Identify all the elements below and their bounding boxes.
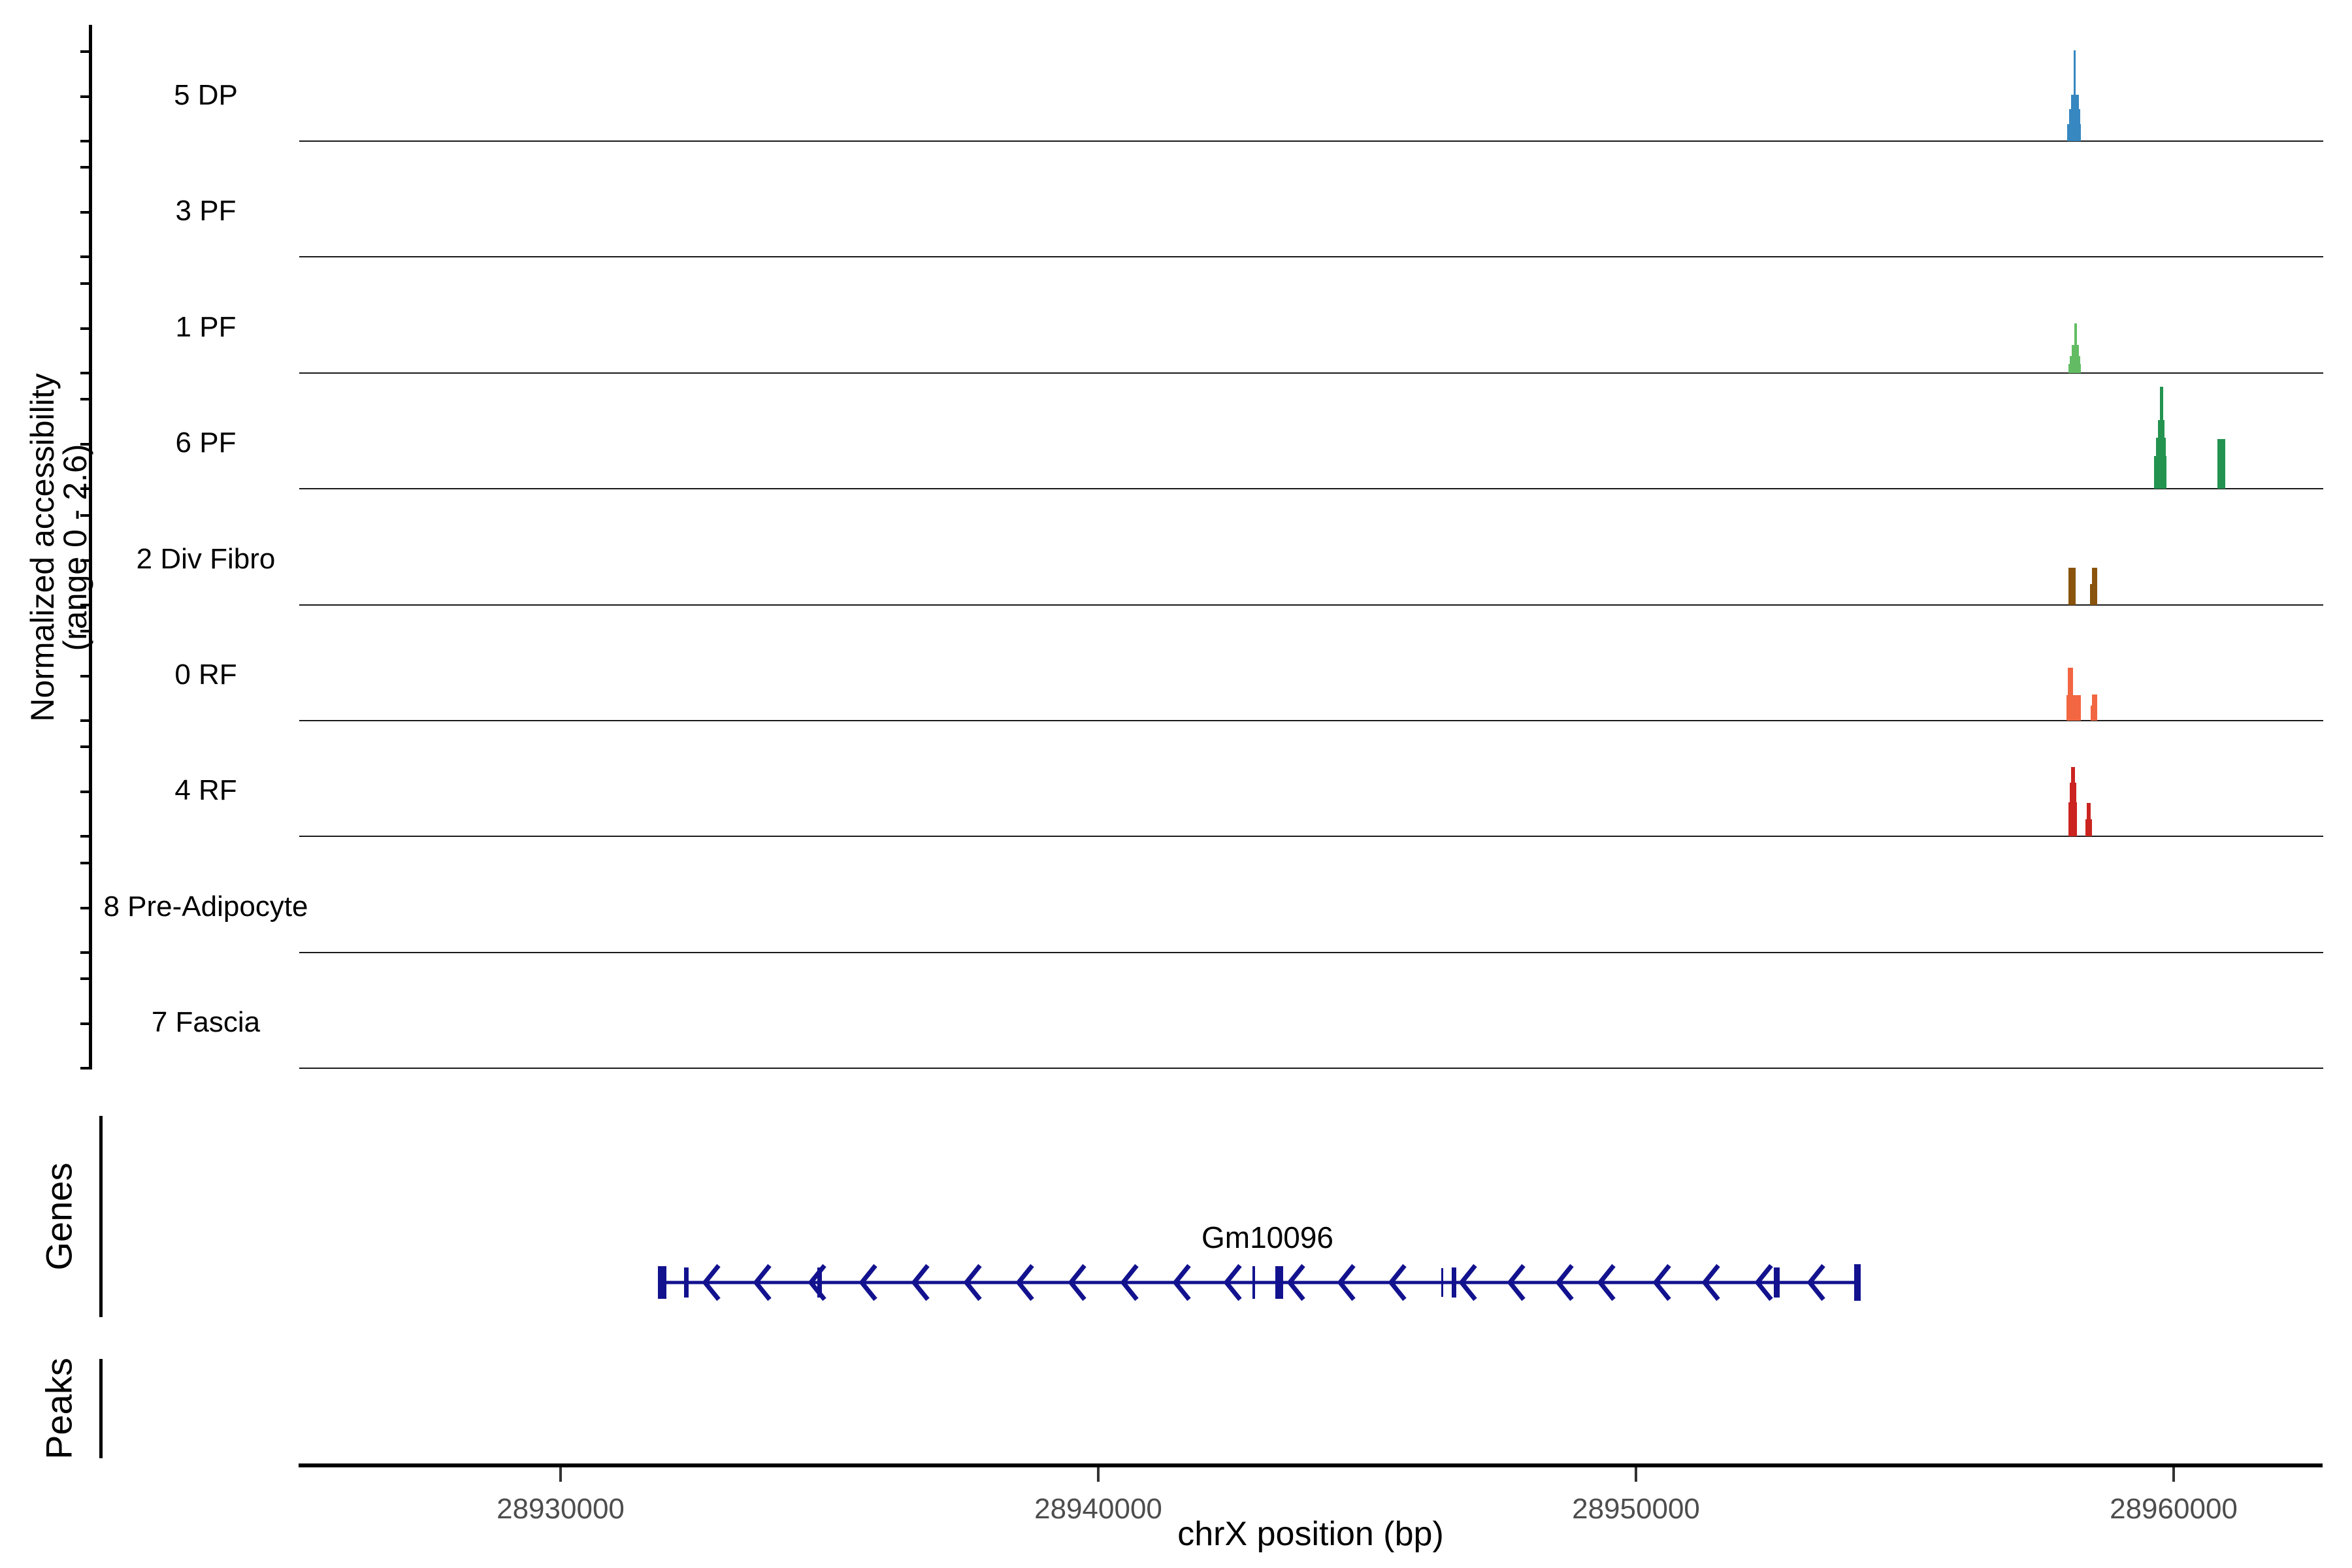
genes-bracket	[99, 1116, 103, 1317]
gene-exon	[1452, 1267, 1456, 1298]
track-label-3-pf: 3 PF	[176, 195, 237, 227]
track-baseline-5-dp	[299, 140, 2323, 142]
track-baseline-1-pf	[299, 372, 2323, 374]
accessibility-axis-tick	[80, 745, 89, 748]
gene-exon	[684, 1267, 689, 1298]
accessibility-axis-tick	[80, 559, 89, 562]
track-baseline-6-pf	[299, 488, 2323, 489]
accessibility-axis-tick	[80, 166, 89, 169]
gene-exon	[658, 1281, 1861, 1284]
accessibility-axis-tick	[80, 675, 89, 678]
accessibility-axis-tick	[80, 1022, 89, 1025]
track-label-5-dp: 5 DP	[174, 79, 238, 112]
coverage-peak-0-rf	[2068, 668, 2073, 721]
track-label-6-pf: 6 PF	[176, 427, 237, 459]
x-axis-tick	[1635, 1467, 1637, 1482]
accessibility-axis-tick	[80, 514, 89, 517]
accessibility-axis-tick	[80, 50, 89, 53]
accessibility-axis-tick	[80, 862, 89, 864]
x-axis-line	[299, 1463, 2323, 1467]
gene-exon	[1774, 1267, 1780, 1298]
accessibility-axis-tick	[80, 398, 89, 400]
accessibility-axis-tick	[80, 255, 89, 258]
x-axis-tick-label: 28950000	[1572, 1493, 1700, 1526]
gene-exon	[817, 1267, 822, 1298]
x-axis-tick-label: 28960000	[2110, 1493, 2238, 1526]
x-axis-tick	[2172, 1467, 2175, 1482]
gene-exon	[658, 1266, 666, 1299]
coverage-peak-2-div-fibro	[2092, 568, 2097, 605]
accessibility-axis-tick	[80, 1067, 89, 1070]
peaks-bracket	[99, 1359, 103, 1458]
accessibility-axis-tick	[80, 140, 89, 142]
genes-section-label: Genes	[38, 1163, 80, 1271]
x-axis-tick-label: 28930000	[497, 1493, 625, 1526]
accessibility-axis-tick	[80, 719, 89, 722]
accessibility-axis-tick	[80, 443, 89, 446]
x-axis-title: chrX position (bp)	[1177, 1514, 1444, 1554]
coverage-peak-0-rf	[2092, 694, 2097, 721]
gene-exon	[1854, 1264, 1861, 1301]
track-baseline-3-pf	[299, 256, 2323, 257]
track-label-2-div-fibro: 2 Div Fibro	[137, 543, 276, 576]
x-axis-tick	[559, 1467, 562, 1482]
accessibility-axis-tick	[80, 630, 89, 632]
track-baseline-0-rf	[299, 720, 2323, 721]
accessibility-axis-tick	[80, 282, 89, 285]
peaks-section-label: Peaks	[38, 1358, 80, 1460]
track-label-4-rf: 4 RF	[174, 774, 237, 807]
track-label-8-pre-adipocyte: 8 Pre-Adipocyte	[103, 890, 308, 923]
coverage-peak-4-rf	[2091, 819, 2092, 836]
track-label-7-fascia: 7 Fascia	[152, 1006, 260, 1039]
coverage-peak-0-rf	[2073, 695, 2081, 721]
accessibility-axis-line	[89, 25, 92, 1070]
accessibility-axis-tick	[80, 977, 89, 980]
gene-model-gm10096	[621, 1241, 1901, 1326]
accessibility-axis-tick	[80, 907, 89, 909]
track-label-0-rf: 0 RF	[174, 659, 237, 691]
coverage-peak-4-rf	[2076, 802, 2077, 836]
accessibility-axis-tick	[80, 211, 89, 214]
coverage-peak-5-dp	[2080, 124, 2081, 141]
accessibility-axis-tick	[80, 372, 89, 374]
accessibility-axis-tick	[80, 951, 89, 954]
track-baseline-7-fascia	[299, 1068, 2323, 1069]
x-axis-tick	[1097, 1467, 1100, 1482]
accessibility-axis-tick	[80, 95, 89, 98]
x-axis-tick-label: 28940000	[1034, 1493, 1162, 1526]
accessibility-axis-tick	[80, 835, 89, 838]
gene-exon	[1252, 1266, 1255, 1299]
accessibility-axis-tick	[80, 327, 89, 330]
coverage-peak-2-div-fibro	[2068, 568, 2076, 605]
accessibility-axis-tick	[80, 791, 89, 793]
track-baseline-4-rf	[299, 836, 2323, 837]
accessibility-axis-tick	[80, 487, 89, 490]
track-label-1-pf: 1 PF	[176, 311, 237, 344]
coverage-peak-1-pf	[2080, 364, 2081, 373]
accessibility-axis-tick	[80, 604, 89, 606]
coverage-peak-6-pf	[2217, 439, 2225, 489]
track-baseline-8-pre-adipocyte	[299, 952, 2323, 953]
genome-track-plot: Normalized accessibility (range 0 - 2.6)…	[0, 0, 2352, 1568]
gene-exon	[1441, 1268, 1443, 1297]
gene-exon	[1275, 1266, 1283, 1299]
track-baseline-2-div-fibro	[299, 604, 2323, 606]
